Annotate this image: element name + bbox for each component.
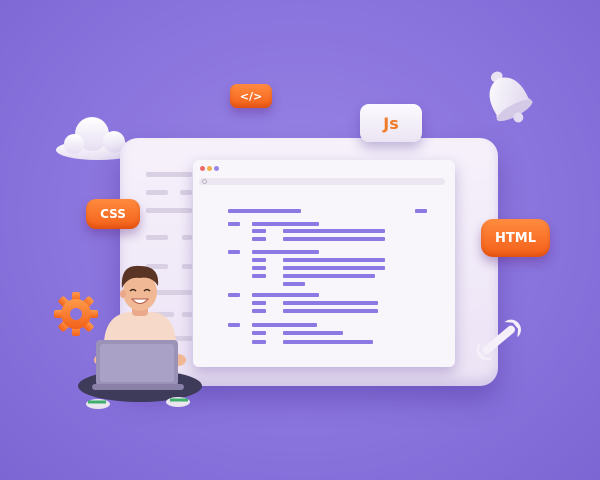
address-bar[interactable] — [199, 178, 445, 185]
developer-avatar — [78, 265, 202, 409]
bell-icon — [489, 71, 533, 123]
wrench-icon — [476, 319, 521, 361]
close-dot[interactable] — [200, 166, 205, 171]
minimize-dot[interactable] — [207, 166, 212, 171]
js-badge: Js — [360, 104, 422, 142]
maximize-dot[interactable] — [214, 166, 219, 171]
html-badge: HTML — [481, 219, 550, 257]
code-tag-badge: </> — [230, 84, 272, 108]
search-icon — [202, 179, 207, 184]
code-editor-window — [193, 160, 455, 367]
css-badge: CSS — [86, 199, 140, 229]
